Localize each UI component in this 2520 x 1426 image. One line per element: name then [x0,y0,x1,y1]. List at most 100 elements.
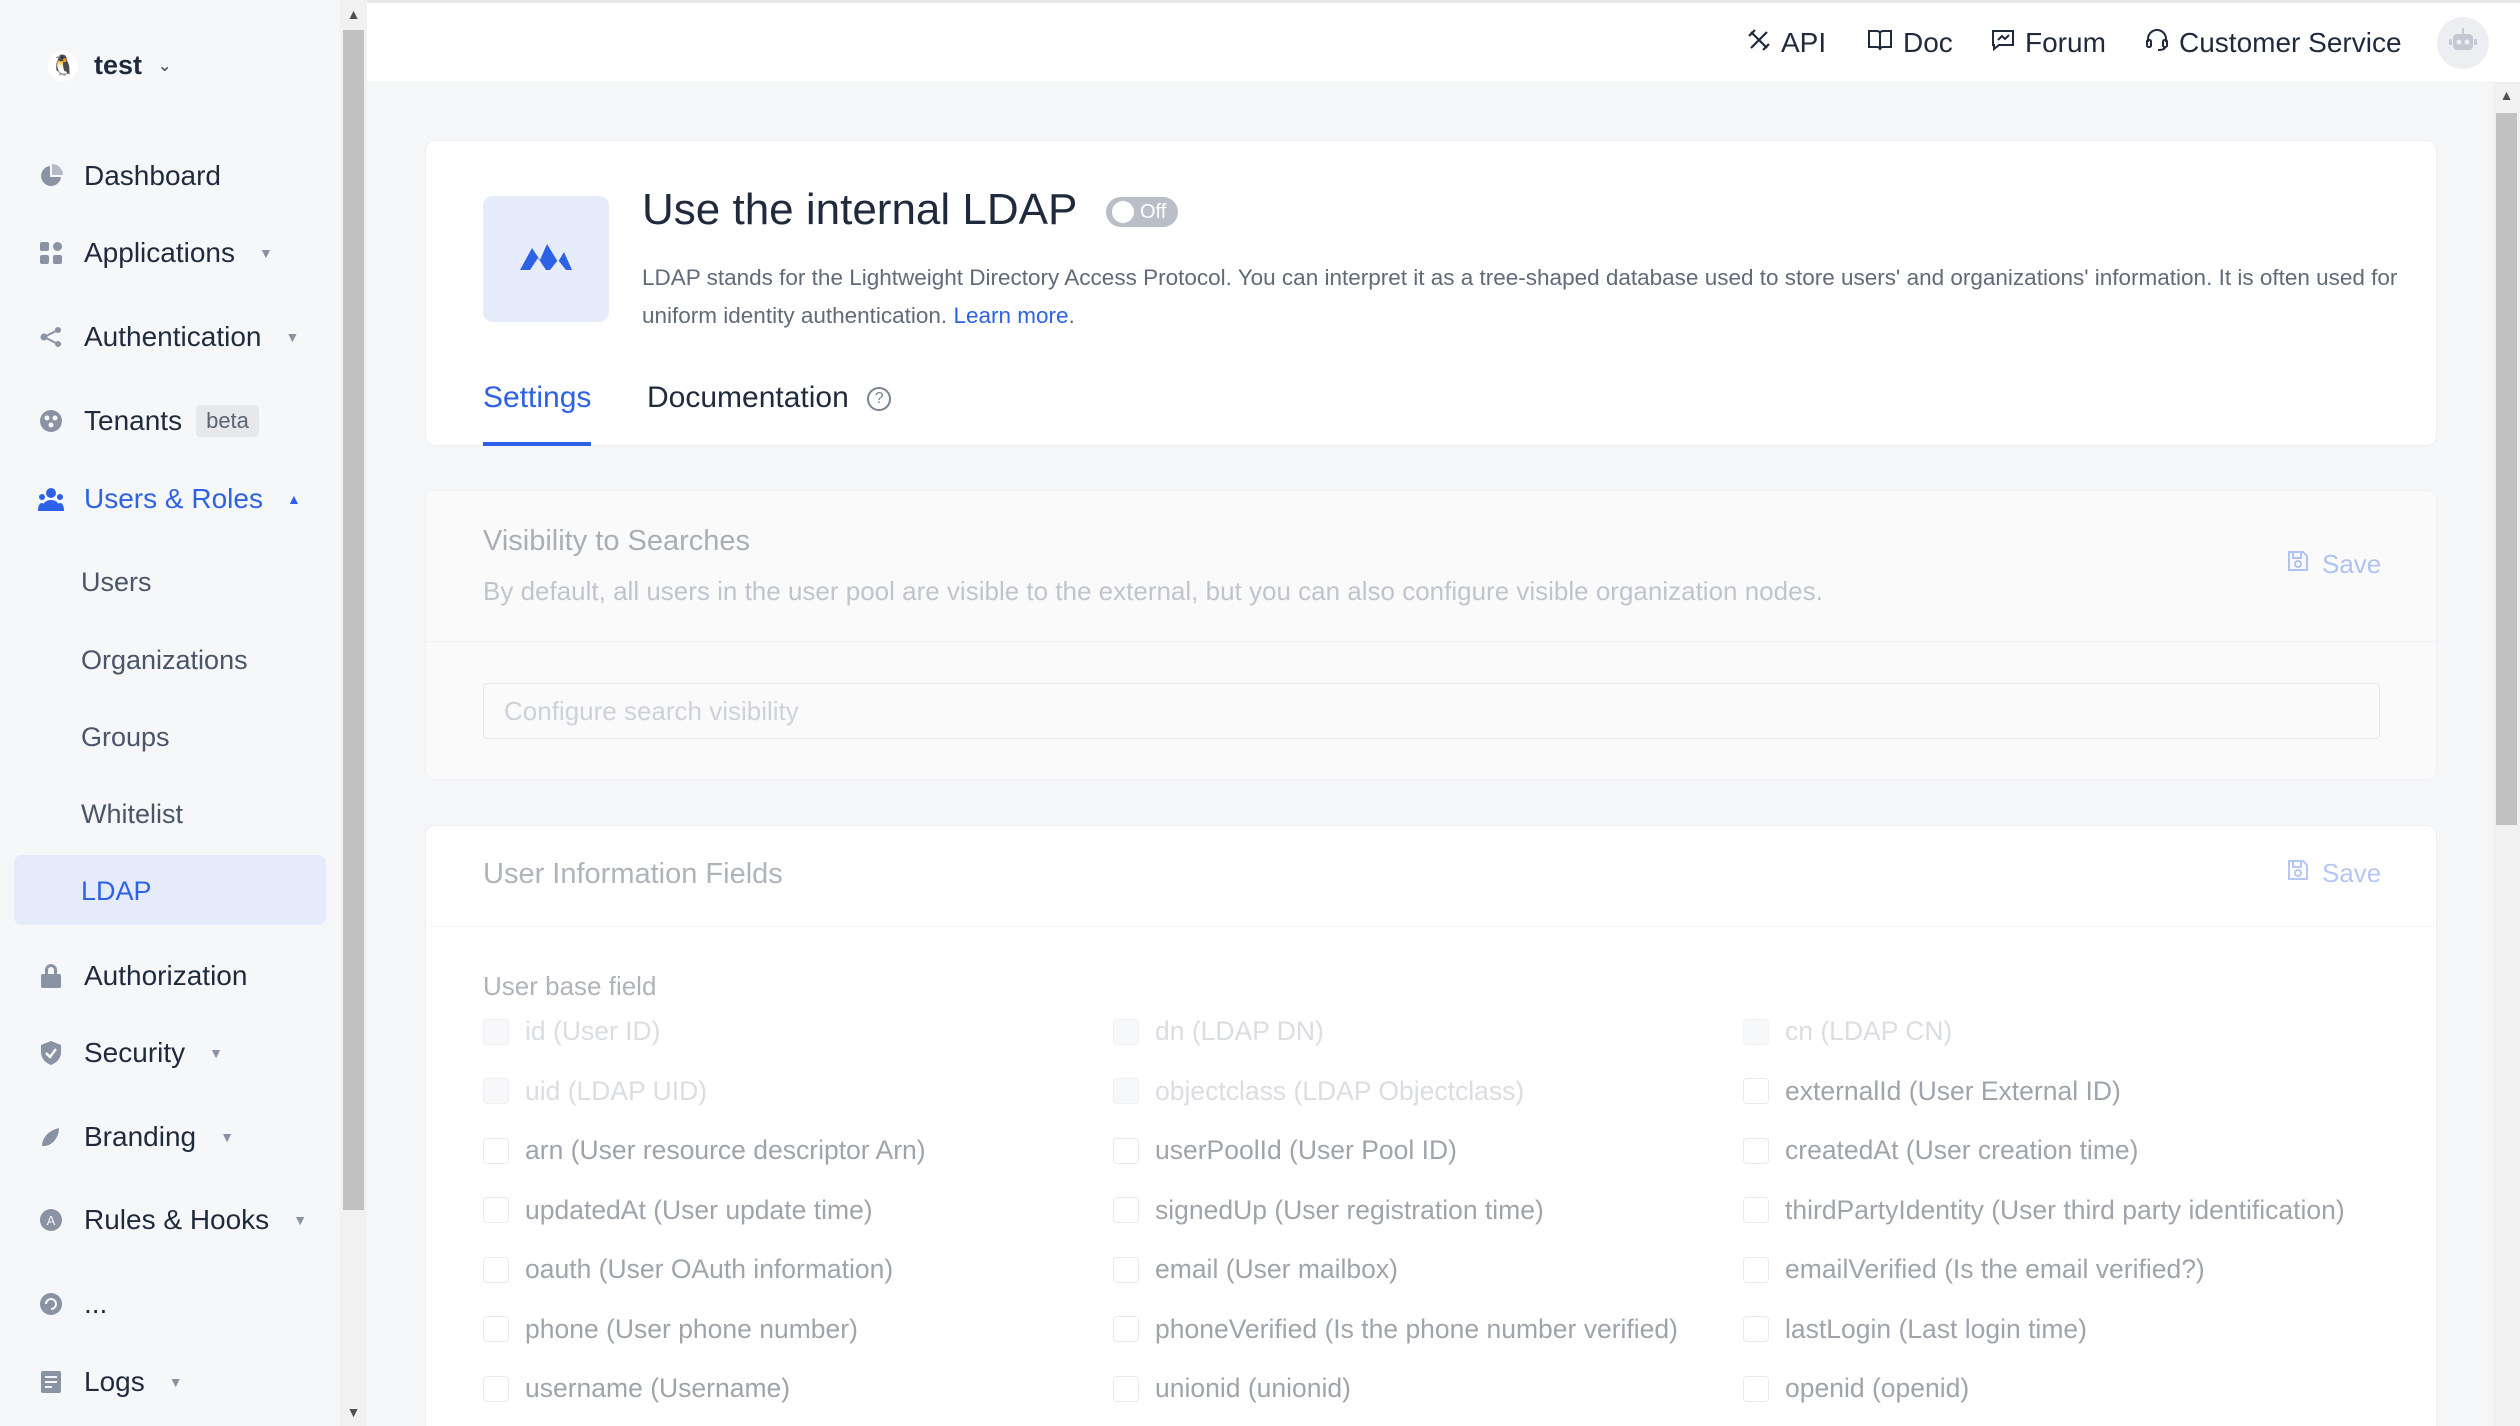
field-label: phoneVerified (Is the phone number verif… [1155,1313,1678,1344]
scroll-up-arrow-icon[interactable]: ▲ [340,2,367,26]
doc-link[interactable]: Doc [1867,27,1953,59]
field-checkbox-item[interactable]: lastLogin (Last login time) [1743,1314,2087,1345]
sidebar-item-label: Security [84,1037,186,1068]
checkbox[interactable] [1113,1137,1139,1164]
checkbox[interactable] [483,1256,509,1283]
sidebar-item-authorization[interactable]: Authorization [38,960,247,992]
ldap-enable-toggle[interactable]: Off [1106,197,1178,227]
tab-documentation[interactable]: Documentation ? [647,381,892,415]
checkbox[interactable] [1113,1316,1139,1342]
field-checkbox-item[interactable]: arn (User resource descriptor Arn) [483,1135,926,1166]
caret-down-icon: ▼ [293,1212,308,1228]
sidebar-item-branding[interactable]: Branding ▼ [38,1121,234,1153]
scrollbar-thumb[interactable] [343,30,364,1210]
field-checkbox-item[interactable]: phone (User phone number) [483,1314,858,1345]
checkbox [483,1018,509,1045]
field-checkbox-item[interactable]: unionid (unionid) [1113,1373,1351,1404]
sidebar-subitem-ldap[interactable]: LDAP [81,876,152,907]
field-checkbox-item[interactable]: userPoolId (User Pool ID) [1113,1135,1457,1166]
sidebar-item-dashboard[interactable]: Dashboard [38,160,221,192]
forum-link[interactable]: Forum [1991,27,2106,59]
field-label: lastLogin (Last login time) [1785,1313,2087,1344]
sidebar-subitem-groups[interactable]: Groups [81,722,170,753]
scroll-up-arrow-icon[interactable]: ▲ [2493,87,2520,103]
field-checkbox-item[interactable]: oauth (User OAuth information) [483,1254,893,1285]
checkbox[interactable] [1113,1375,1139,1402]
checkbox[interactable] [1743,1137,1769,1164]
checkbox[interactable] [1743,1316,1769,1342]
sidebar-subitem-organizations[interactable]: Organizations [81,645,248,676]
field-checkbox-item[interactable]: email (User mailbox) [1113,1254,1398,1285]
sidebar-item-rules-hooks[interactable]: A Rules & Hooks ▼ [38,1204,307,1236]
checkbox[interactable] [483,1197,509,1223]
sidebar: 🐧 test ⌄ Dashboard Applications ▼ Authen… [0,0,340,1426]
tab-settings[interactable]: Settings [483,381,591,415]
field-checkbox-item[interactable]: emailVerified (Is the email verified?) [1743,1254,2205,1285]
sidebar-item-tenants[interactable]: Tenants beta [38,405,259,437]
sidebar-item-label: Applications [84,237,235,268]
org-switcher[interactable]: 🐧 test ⌄ [48,50,171,81]
learn-more-link[interactable]: Learn more [953,303,1068,328]
customer-service-link[interactable]: Customer Service [2145,27,2402,59]
api-label: API [1781,27,1827,58]
search-visibility-input[interactable]: Configure search visibility [483,683,2380,739]
checkbox[interactable] [1113,1256,1139,1283]
field-label: oauth (User OAuth information) [525,1254,894,1284]
ldap-header-card: Use the internal LDAP Off LDAP stands fo… [425,140,2437,446]
checkbox[interactable] [1743,1078,1769,1104]
sidebar-item-applications[interactable]: Applications ▼ [38,237,273,269]
field-checkbox-item[interactable]: thirdPartyIdentity (User third party ide… [1743,1195,2345,1226]
api-link[interactable]: API [1747,27,1826,59]
avatar[interactable] [2437,17,2489,69]
field-label: thirdPartyIdentity (User third party ide… [1785,1194,2345,1225]
main-scrollbar[interactable]: ▲ [2493,83,2520,1426]
field-checkbox-item[interactable]: signedUp (User registration time) [1113,1195,1544,1226]
visibility-save-button[interactable]: Save [2286,549,2381,580]
active-item-highlight [14,855,326,925]
sidebar-item-authentication[interactable]: Authentication ▼ [38,321,299,353]
field-checkbox-item[interactable]: username (Username) [483,1373,790,1404]
field-checkbox-item[interactable]: createdAt (User creation time) [1743,1135,2138,1166]
sidebar-subitem-users[interactable]: Users [81,567,152,598]
field-checkbox-item: uid (LDAP UID) [483,1076,707,1107]
sidebar-item-logs[interactable]: Logs ▼ [38,1366,183,1398]
apps-grid-icon [38,240,64,266]
caret-up-icon: ▲ [286,491,301,507]
checkbox [1113,1078,1139,1104]
checkbox[interactable] [1743,1256,1769,1283]
sidebar-item-label: Authentication [84,321,262,352]
tenants-icon [38,408,64,434]
active-tab-indicator [483,442,591,446]
checkbox[interactable] [1743,1197,1769,1223]
field-checkbox-item[interactable]: externalId (User External ID) [1743,1076,2121,1107]
save-label: Save [2322,858,2382,888]
field-label: emailVerified (Is the email verified?) [1785,1254,2205,1284]
field-checkbox-item[interactable]: updatedAt (User update time) [483,1195,873,1226]
fields-save-button[interactable]: Save [2286,858,2381,889]
field-checkbox-item[interactable]: phoneVerified (Is the phone number verif… [1113,1314,1678,1345]
sidebar-scrollbar[interactable]: ▲ ▼ [340,0,367,1426]
users-icon [38,486,64,512]
tab-label: Documentation [647,381,849,414]
scroll-down-arrow-icon[interactable]: ▼ [340,1400,367,1424]
field-checkbox-item[interactable]: openid (openid) [1743,1373,1969,1404]
sidebar-item-label: ... [84,1288,108,1319]
checkbox[interactable] [483,1375,509,1402]
sidebar-item-users-roles[interactable]: Users & Roles ▲ [38,483,301,515]
field-label: unionid (unionid) [1155,1373,1351,1403]
checkbox[interactable] [483,1137,509,1164]
caret-down-icon: ▼ [168,1374,183,1390]
checkbox[interactable] [1743,1375,1769,1402]
checkbox[interactable] [483,1316,509,1342]
mountain-icon [520,242,572,277]
sidebar-item-security[interactable]: Security ▼ [38,1037,223,1069]
toggle-knob [1112,201,1134,223]
checkbox[interactable] [1113,1197,1139,1223]
user-fields-card: User Information Fields Save User base f… [425,825,2437,1426]
sidebar-subitem-whitelist[interactable]: Whitelist [81,799,183,830]
caret-down-icon: ▼ [258,245,273,261]
sidebar-item-more[interactable]: ... [38,1288,107,1320]
field-checkbox-item: cn (LDAP CN) [1743,1016,1952,1047]
scrollbar-thumb[interactable] [2496,113,2517,825]
divider [426,641,2436,642]
